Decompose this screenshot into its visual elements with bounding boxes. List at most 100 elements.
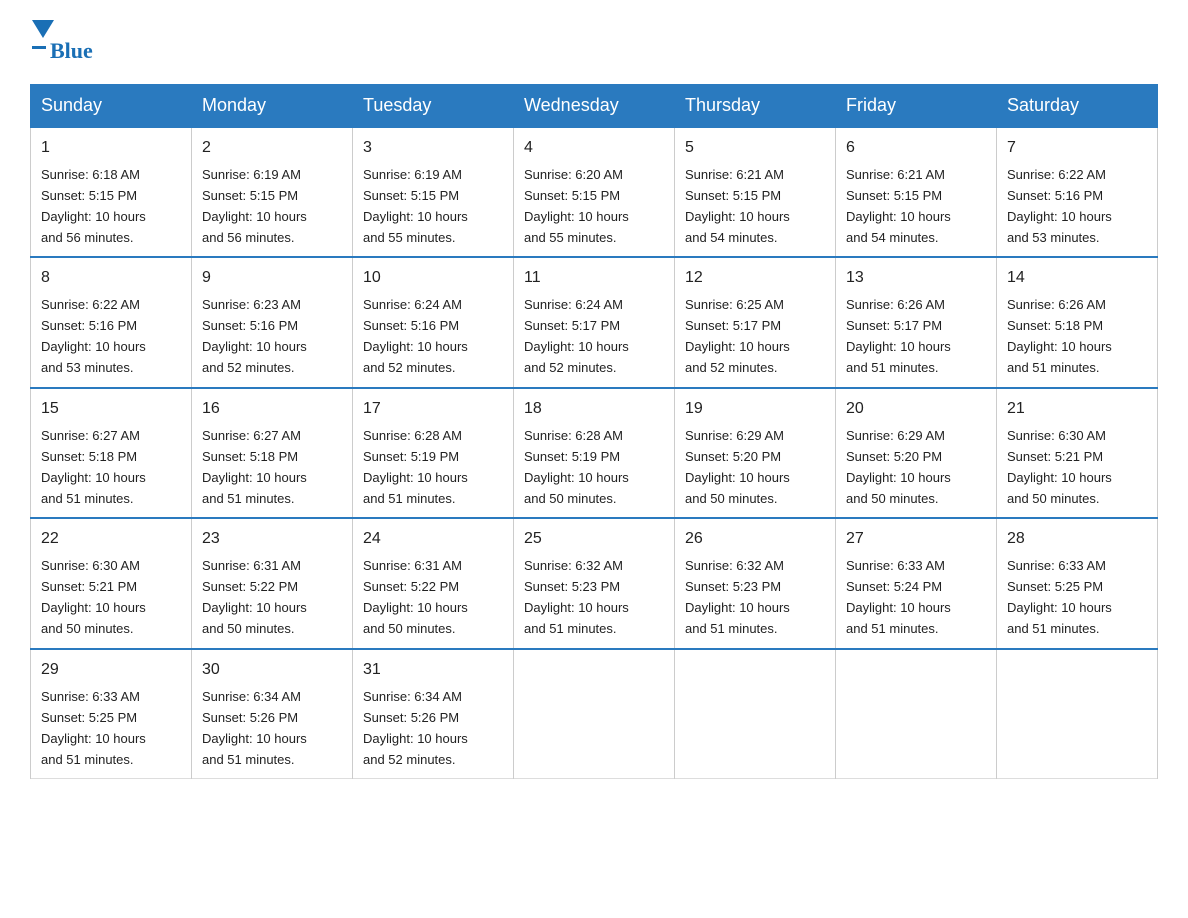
calendar-week-row: 15 Sunrise: 6:27 AMSunset: 5:18 PMDayligh… — [31, 388, 1158, 518]
day-number: 27 — [846, 527, 986, 552]
calendar-week-row: 1Sunrise: 6:18 AMSunset: 5:15 PMDaylight… — [31, 127, 1158, 257]
day-number: 9 — [202, 266, 342, 291]
day-number: 15 — [41, 397, 181, 422]
day-info: Sunrise: 6:27 AMSunset: 5:18 PMDaylight:… — [202, 428, 307, 506]
logo-line-icon — [32, 46, 46, 60]
day-number: 2 — [202, 136, 342, 161]
calendar-cell — [675, 649, 836, 779]
day-number: 24 — [363, 527, 503, 552]
calendar-cell: 10Sunrise: 6:24 AMSunset: 5:16 PMDayligh… — [353, 257, 514, 387]
day-number: 16 — [202, 397, 342, 422]
day-number: 26 — [685, 527, 825, 552]
day-number: 22 — [41, 527, 181, 552]
calendar-cell — [997, 649, 1158, 779]
logo: Blue — [30, 20, 93, 64]
day-info: Sunrise: 6:30 AMSunset: 5:21 PMDaylight:… — [41, 558, 146, 636]
day-number: 17 — [363, 397, 503, 422]
day-number: 23 — [202, 527, 342, 552]
day-number: 10 — [363, 266, 503, 291]
day-number: 28 — [1007, 527, 1147, 552]
calendar-cell: 24 Sunrise: 6:31 AMSunset: 5:22 PMDayligh… — [353, 518, 514, 648]
day-number: 8 — [41, 266, 181, 291]
day-info: Sunrise: 6:21 AMSunset: 5:15 PMDaylight:… — [685, 167, 790, 245]
calendar-cell — [836, 649, 997, 779]
calendar-cell: 1Sunrise: 6:18 AMSunset: 5:15 PMDaylight… — [31, 127, 192, 257]
day-info: Sunrise: 6:25 AMSunset: 5:17 PMDaylight:… — [685, 297, 790, 375]
day-info: Sunrise: 6:31 AMSunset: 5:22 PMDaylight:… — [363, 558, 468, 636]
day-info: Sunrise: 6:32 AMSunset: 5:23 PMDaylight:… — [524, 558, 629, 636]
day-info: Sunrise: 6:32 AMSunset: 5:23 PMDaylight:… — [685, 558, 790, 636]
day-number: 14 — [1007, 266, 1147, 291]
day-info: Sunrise: 6:24 AMSunset: 5:17 PMDaylight:… — [524, 297, 629, 375]
header-wednesday: Wednesday — [514, 85, 675, 128]
logo-subtitle: Blue — [50, 38, 93, 64]
day-number: 25 — [524, 527, 664, 552]
calendar-cell: 30 Sunrise: 6:34 AMSunset: 5:26 PMDayligh… — [192, 649, 353, 779]
calendar-cell: 5 Sunrise: 6:21 AMSunset: 5:15 PMDaylight… — [675, 127, 836, 257]
day-info: Sunrise: 6:33 AMSunset: 5:24 PMDaylight:… — [846, 558, 951, 636]
calendar-cell: 13 Sunrise: 6:26 AMSunset: 5:17 PMDayligh… — [836, 257, 997, 387]
day-number: 3 — [363, 136, 503, 161]
day-info: Sunrise: 6:26 AMSunset: 5:18 PMDaylight:… — [1007, 297, 1112, 375]
day-number: 12 — [685, 266, 825, 291]
calendar-cell: 28 Sunrise: 6:33 AMSunset: 5:25 PMDayligh… — [997, 518, 1158, 648]
day-info: Sunrise: 6:28 AMSunset: 5:19 PMDaylight:… — [363, 428, 468, 506]
calendar-cell: 6 Sunrise: 6:21 AMSunset: 5:15 PMDaylight… — [836, 127, 997, 257]
day-info: Sunrise: 6:33 AMSunset: 5:25 PMDaylight:… — [1007, 558, 1112, 636]
calendar-cell: 18 Sunrise: 6:28 AMSunset: 5:19 PMDayligh… — [514, 388, 675, 518]
calendar-cell: 8 Sunrise: 6:22 AMSunset: 5:16 PMDaylight… — [31, 257, 192, 387]
day-info: Sunrise: 6:19 AMSunset: 5:15 PMDaylight:… — [202, 167, 307, 245]
calendar-cell: 2 Sunrise: 6:19 AMSunset: 5:15 PMDaylight… — [192, 127, 353, 257]
day-number: 21 — [1007, 397, 1147, 422]
calendar-cell: 27 Sunrise: 6:33 AMSunset: 5:24 PMDayligh… — [836, 518, 997, 648]
day-info: Sunrise: 6:21 AMSunset: 5:15 PMDaylight:… — [846, 167, 951, 245]
day-info: Sunrise: 6:33 AMSunset: 5:25 PMDaylight:… — [41, 689, 146, 767]
day-info: Sunrise: 6:34 AMSunset: 5:26 PMDaylight:… — [202, 689, 307, 767]
day-info: Sunrise: 6:31 AMSunset: 5:22 PMDaylight:… — [202, 558, 307, 636]
day-number: 18 — [524, 397, 664, 422]
calendar-cell: 20Sunrise: 6:29 AMSunset: 5:20 PMDayligh… — [836, 388, 997, 518]
header-tuesday: Tuesday — [353, 85, 514, 128]
day-info: Sunrise: 6:29 AMSunset: 5:20 PMDaylight:… — [846, 428, 951, 506]
header-saturday: Saturday — [997, 85, 1158, 128]
day-number: 7 — [1007, 136, 1147, 161]
day-info: Sunrise: 6:28 AMSunset: 5:19 PMDaylight:… — [524, 428, 629, 506]
calendar-cell: 4Sunrise: 6:20 AMSunset: 5:15 PMDaylight… — [514, 127, 675, 257]
calendar-cell: 23 Sunrise: 6:31 AMSunset: 5:22 PMDayligh… — [192, 518, 353, 648]
day-number: 19 — [685, 397, 825, 422]
calendar-cell: 17 Sunrise: 6:28 AMSunset: 5:19 PMDayligh… — [353, 388, 514, 518]
day-info: Sunrise: 6:22 AMSunset: 5:16 PMDaylight:… — [41, 297, 146, 375]
header-sunday: Sunday — [31, 85, 192, 128]
day-info: Sunrise: 6:20 AMSunset: 5:15 PMDaylight:… — [524, 167, 629, 245]
calendar-week-row: 29 Sunrise: 6:33 AMSunset: 5:25 PMDayligh… — [31, 649, 1158, 779]
day-info: Sunrise: 6:34 AMSunset: 5:26 PMDaylight:… — [363, 689, 468, 767]
day-number: 11 — [524, 266, 664, 291]
page-header: Blue — [30, 20, 1158, 64]
day-info: Sunrise: 6:19 AMSunset: 5:15 PMDaylight:… — [363, 167, 468, 245]
calendar-cell: 3 Sunrise: 6:19 AMSunset: 5:15 PMDaylight… — [353, 127, 514, 257]
day-info: Sunrise: 6:29 AMSunset: 5:20 PMDaylight:… — [685, 428, 790, 506]
day-number: 1 — [41, 136, 181, 161]
day-info: Sunrise: 6:30 AMSunset: 5:21 PMDaylight:… — [1007, 428, 1112, 506]
day-number: 30 — [202, 658, 342, 683]
calendar-cell: 11 Sunrise: 6:24 AMSunset: 5:17 PMDayligh… — [514, 257, 675, 387]
calendar-cell: 16 Sunrise: 6:27 AMSunset: 5:18 PMDayligh… — [192, 388, 353, 518]
day-number: 13 — [846, 266, 986, 291]
calendar-cell — [514, 649, 675, 779]
calendar-cell: 29 Sunrise: 6:33 AMSunset: 5:25 PMDayligh… — [31, 649, 192, 779]
day-number: 31 — [363, 658, 503, 683]
calendar-cell: 21 Sunrise: 6:30 AMSunset: 5:21 PMDayligh… — [997, 388, 1158, 518]
header-thursday: Thursday — [675, 85, 836, 128]
day-info: Sunrise: 6:26 AMSunset: 5:17 PMDaylight:… — [846, 297, 951, 375]
day-number: 6 — [846, 136, 986, 161]
calendar-cell: 9 Sunrise: 6:23 AMSunset: 5:16 PMDaylight… — [192, 257, 353, 387]
day-info: Sunrise: 6:23 AMSunset: 5:16 PMDaylight:… — [202, 297, 307, 375]
calendar-cell: 25 Sunrise: 6:32 AMSunset: 5:23 PMDayligh… — [514, 518, 675, 648]
day-number: 29 — [41, 658, 181, 683]
calendar-cell: 19 Sunrise: 6:29 AMSunset: 5:20 PMDayligh… — [675, 388, 836, 518]
calendar-table: SundayMondayTuesdayWednesdayThursdayFrid… — [30, 84, 1158, 779]
calendar-week-row: 8 Sunrise: 6:22 AMSunset: 5:16 PMDaylight… — [31, 257, 1158, 387]
day-info: Sunrise: 6:27 AMSunset: 5:18 PMDaylight:… — [41, 428, 146, 506]
day-number: 5 — [685, 136, 825, 161]
calendar-cell: 7Sunrise: 6:22 AMSunset: 5:16 PMDaylight… — [997, 127, 1158, 257]
